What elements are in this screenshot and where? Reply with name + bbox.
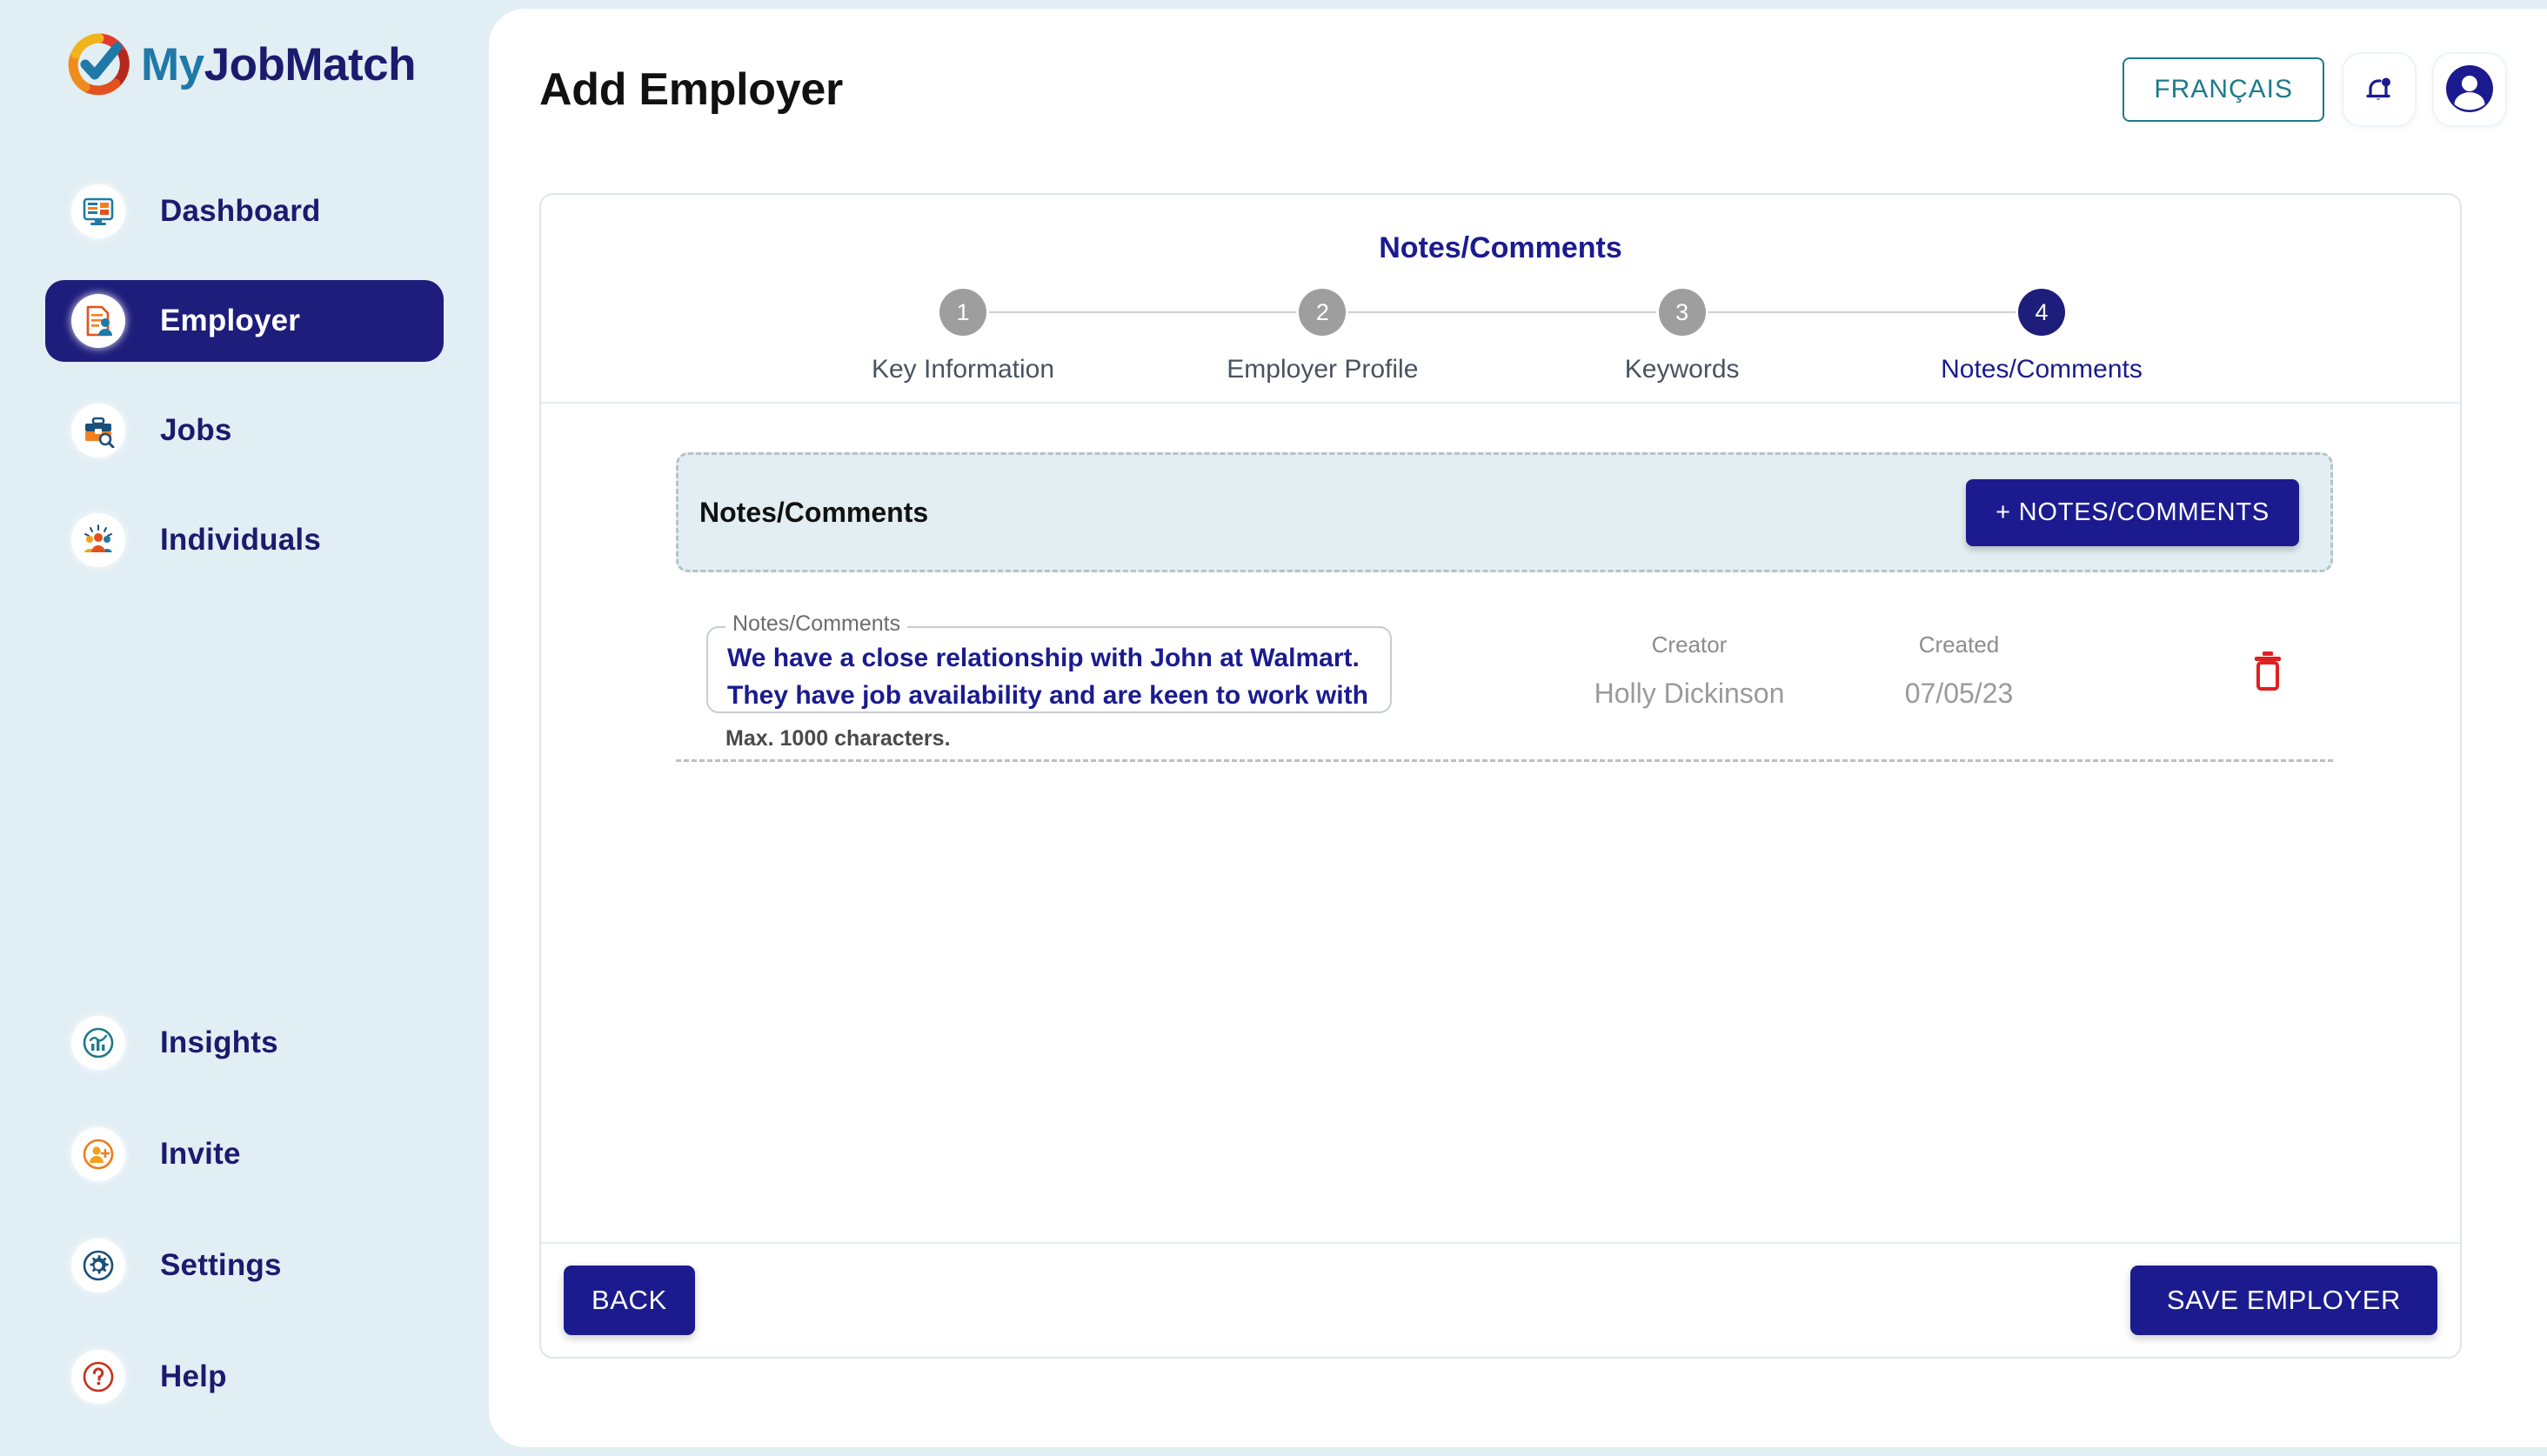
sidebar-item-label: Insights	[160, 1025, 278, 1059]
gear-icon	[71, 1239, 125, 1292]
note-field-label: Notes/Comments	[725, 611, 908, 637]
note-creator-value: Holly Dickinson	[1594, 678, 1785, 709]
sidebar-item-label: Help	[160, 1359, 227, 1393]
sidebar-item-jobs[interactable]: Jobs	[45, 390, 444, 471]
note-creator-column: Creator Holly Dickinson	[1546, 631, 1833, 710]
notifications-button[interactable]	[2343, 54, 2415, 125]
step-key-information[interactable]: 1 Key Information	[872, 289, 1054, 384]
add-notes-comments-button[interactable]: + NOTES/COMMENTS	[1966, 478, 2299, 546]
sidebar-item-insights[interactable]: Insights	[45, 1002, 444, 1084]
sidebar-secondary-nav: Insights Invite Settings Help	[0, 1002, 489, 1447]
sidebar-item-label: Employer	[160, 304, 301, 337]
page-header: Add Employer FRANÇAIS	[539, 50, 2505, 129]
brand-name-jobmatch: JobMatch	[204, 38, 417, 90]
brand-name-my: My	[141, 38, 204, 90]
step-number: 4	[2017, 289, 2065, 336]
sidebar: MyJobMatch Dashboard Employer Jobs Indiv…	[0, 0, 489, 1456]
trash-icon	[2249, 649, 2287, 695]
step-number: 1	[939, 289, 986, 336]
sidebar-item-settings[interactable]: Settings	[45, 1225, 444, 1306]
wizard-body: Notes/Comments + NOTES/COMMENTS Notes/Co…	[541, 404, 2460, 1242]
sidebar-item-label: Settings	[160, 1248, 282, 1282]
header-actions: FRANÇAIS	[2122, 54, 2505, 125]
note-created-label: Created	[1918, 631, 2000, 658]
bell-icon	[2361, 70, 2397, 110]
page-title: Add Employer	[539, 64, 843, 115]
note-created-column: Created 07/05/23	[1846, 631, 2072, 710]
insights-chart-icon	[71, 1016, 125, 1070]
step-label: Key Information	[871, 355, 1055, 384]
sidebar-item-label: Dashboard	[160, 194, 321, 228]
step-employer-profile[interactable]: 2 Employer Profile	[1227, 289, 1418, 384]
note-created-value: 07/05/23	[1904, 678, 2014, 709]
sidebar-item-label: Jobs	[160, 413, 232, 447]
user-avatar-button[interactable]	[2434, 54, 2505, 125]
briefcase-search-icon	[71, 404, 125, 458]
notes-section-title: Notes/Comments	[699, 496, 929, 528]
save-employer-button[interactable]: SAVE EMPLOYER	[2129, 1266, 2437, 1335]
brand-name: MyJobMatch	[141, 38, 417, 91]
sidebar-item-dashboard[interactable]: Dashboard	[45, 170, 444, 252]
sidebar-item-invite[interactable]: Invite	[45, 1113, 444, 1195]
back-button[interactable]: BACK	[564, 1266, 695, 1335]
user-avatar-icon	[2443, 62, 2497, 118]
step-keywords[interactable]: 3 Keywords	[1625, 289, 1740, 384]
step-label: Keywords	[1624, 355, 1740, 384]
wizard-card: Notes/Comments 1 Key Information 2 Emplo…	[539, 193, 2462, 1359]
step-label: Employer Profile	[1227, 355, 1419, 384]
delete-note-button[interactable]	[2242, 645, 2294, 698]
wizard-step-heading: Notes/Comments	[1379, 231, 1622, 264]
brand-logo[interactable]: MyJobMatch	[68, 33, 417, 96]
note-helper-text: Max. 1000 characters.	[725, 726, 951, 751]
step-connector	[1708, 311, 2016, 313]
app-root: MyJobMatch Dashboard Employer Jobs Indiv…	[0, 0, 2547, 1456]
stepper-track: 1 Key Information 2 Employer Profile 3 K…	[872, 289, 2143, 384]
note-creator-label: Creator	[1651, 631, 1728, 658]
employer-document-person-icon	[71, 294, 125, 348]
step-connector	[989, 311, 1297, 313]
notes-comments-input[interactable]	[706, 626, 1392, 713]
sidebar-item-employer[interactable]: Employer	[45, 280, 444, 362]
question-mark-icon	[71, 1350, 125, 1404]
sidebar-item-label: Invite	[160, 1137, 241, 1171]
step-notes-comments[interactable]: 4 Notes/Comments	[1941, 289, 2143, 384]
note-row: Notes/Comments Max. 1000 characters. Cre…	[676, 609, 2333, 762]
step-number: 2	[1299, 289, 1347, 336]
step-number: 3	[1658, 289, 1706, 336]
sidebar-item-help[interactable]: Help	[45, 1336, 444, 1418]
language-toggle-button[interactable]: FRANÇAIS	[2122, 57, 2324, 122]
sidebar-primary-nav: Dashboard Employer Jobs Individuals	[0, 170, 489, 609]
step-connector	[1348, 311, 1656, 313]
sidebar-item-label: Individuals	[160, 523, 322, 557]
wizard-footer: BACK SAVE EMPLOYER	[541, 1242, 2460, 1357]
invite-person-plus-icon	[71, 1127, 125, 1181]
notes-add-section: Notes/Comments + NOTES/COMMENTS	[676, 452, 2333, 572]
wizard-stepper: Notes/Comments 1 Key Information 2 Emplo…	[541, 195, 2460, 404]
check-circle-logo-icon	[68, 33, 130, 96]
step-label: Notes/Comments	[1941, 355, 2143, 384]
note-field-group: Notes/Comments Max. 1000 characters.	[706, 611, 1392, 751]
main-panel: Add Employer FRANÇAIS Notes/Comments 1 K…	[489, 9, 2547, 1447]
sidebar-item-individuals[interactable]: Individuals	[45, 499, 444, 581]
dashboard-monitor-icon	[71, 184, 125, 238]
people-group-icon	[71, 513, 125, 567]
